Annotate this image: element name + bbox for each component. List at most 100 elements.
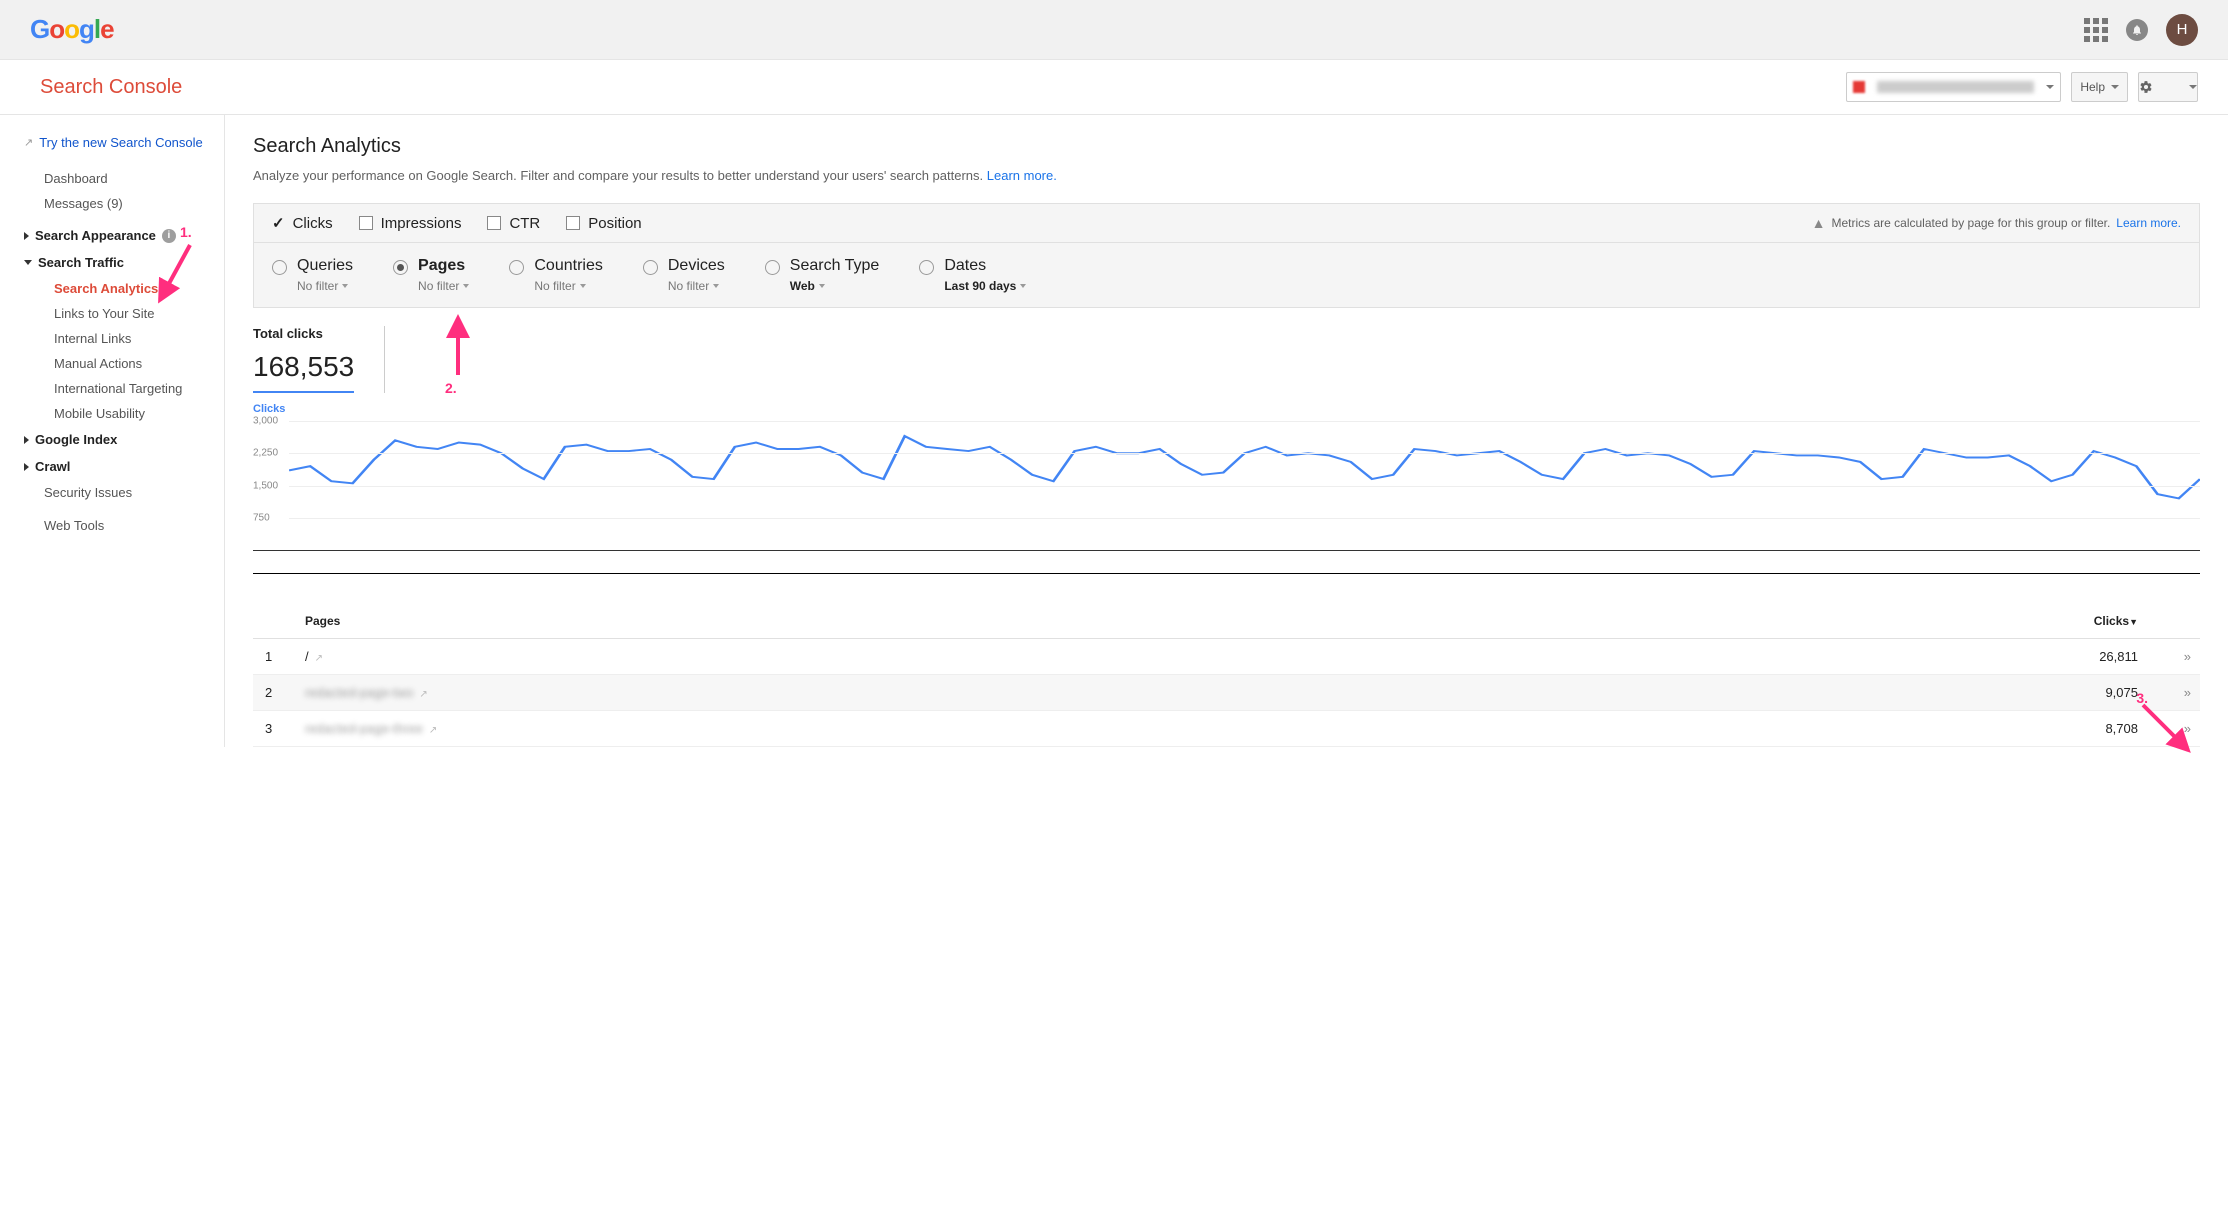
- top-bar: Google H: [0, 0, 2228, 60]
- notifications-icon[interactable]: [2126, 19, 2148, 41]
- try-new-label: Try the new Search Console: [39, 135, 203, 150]
- row-page: redacted-page-two↗: [305, 685, 2038, 700]
- sidebar-item-intl-targeting[interactable]: International Targeting: [0, 376, 224, 401]
- metric-ctr-label: CTR: [509, 215, 540, 232]
- chevron-right-icon: [24, 232, 29, 240]
- sidebar-item-dashboard[interactable]: Dashboard: [0, 166, 224, 191]
- chart-divider: [253, 573, 2200, 574]
- chevron-right-icon: [24, 463, 29, 471]
- metric-ctr[interactable]: CTR: [487, 215, 540, 232]
- total-underline: [253, 391, 354, 393]
- sidebar-item-security[interactable]: Security Issues: [0, 480, 224, 505]
- metric-clicks[interactable]: ✓ Clicks: [272, 214, 333, 232]
- sidebar-group-search-traffic[interactable]: Search Traffic: [0, 249, 224, 276]
- dimension-devices[interactable]: Devices No filter: [643, 257, 725, 293]
- col-pages[interactable]: Pages: [305, 614, 2038, 628]
- top-icons: H: [2084, 14, 2198, 46]
- sidebar-item-web-tools[interactable]: Web Tools: [0, 513, 224, 538]
- header-controls: Help: [1846, 72, 2198, 102]
- settings-button[interactable]: [2138, 72, 2198, 102]
- search-appearance-label: Search Appearance: [35, 228, 156, 243]
- dim-countries-filter[interactable]: No filter: [534, 279, 602, 293]
- dimension-search-type[interactable]: Search Type Web: [765, 257, 880, 293]
- totals: Total clicks 168,553: [253, 326, 2200, 393]
- sub-header: Search Console Help: [0, 60, 2228, 115]
- learn-more-link[interactable]: Learn more.: [987, 168, 1057, 183]
- sidebar: ↗ Try the new Search Console Dashboard M…: [0, 115, 225, 747]
- gridline: [289, 453, 2200, 454]
- chevron-down-icon: [580, 284, 586, 288]
- dim-searchtype-filter[interactable]: Web: [790, 279, 880, 293]
- row-index: 3: [265, 721, 305, 736]
- dim-dates-filter[interactable]: Last 90 days: [944, 279, 1026, 293]
- sidebar-group-google-index[interactable]: Google Index: [0, 426, 224, 453]
- total-clicks-value: 168,553: [253, 351, 354, 383]
- table-row[interactable]: 3redacted-page-three↗8,708»: [253, 711, 2200, 747]
- metric-position[interactable]: Position: [566, 215, 641, 232]
- avatar[interactable]: H: [2166, 14, 2198, 46]
- metrics-note-link[interactable]: Learn more.: [2116, 216, 2181, 230]
- table-header: Pages Clicks▼: [253, 604, 2200, 639]
- sidebar-item-mobile-usability[interactable]: Mobile Usability: [0, 401, 224, 426]
- apps-icon[interactable]: [2084, 18, 2108, 42]
- help-button[interactable]: Help: [2071, 72, 2128, 102]
- try-new-link[interactable]: ↗ Try the new Search Console: [0, 129, 224, 156]
- metric-position-label: Position: [588, 215, 641, 232]
- row-expand-icon[interactable]: »: [2184, 721, 2188, 736]
- metrics-left: ✓ Clicks Impressions CTR Position: [272, 214, 642, 232]
- chevron-down-icon: [2111, 85, 2119, 89]
- sidebar-item-messages[interactable]: Messages (9): [0, 191, 224, 216]
- external-icon[interactable]: ↗: [419, 689, 427, 700]
- sidebar-group-crawl[interactable]: Crawl: [0, 453, 224, 480]
- chevron-down-icon: [819, 284, 825, 288]
- dimensions-row: Queries No filter Pages No filter Countr…: [254, 243, 2199, 307]
- chevron-down-icon: [1020, 284, 1026, 288]
- warning-icon: ▲: [1812, 215, 1826, 231]
- sidebar-item-manual-actions[interactable]: Manual Actions: [0, 351, 224, 376]
- dimension-pages[interactable]: Pages No filter: [393, 257, 469, 293]
- desc-text: Analyze your performance on Google Searc…: [253, 168, 987, 183]
- check-icon: ✓: [272, 214, 285, 232]
- dim-searchtype-label: Search Type: [790, 257, 880, 275]
- gridline: [289, 421, 2200, 422]
- metric-impressions[interactable]: Impressions: [359, 215, 462, 232]
- table-row[interactable]: 1/↗26,811»: [253, 639, 2200, 675]
- y-tick: 2,250: [253, 448, 278, 459]
- chevron-down-icon: [2046, 85, 2054, 89]
- info-icon[interactable]: i: [162, 229, 176, 243]
- radio-icon: [765, 260, 780, 275]
- sidebar-item-internal-links[interactable]: Internal Links: [0, 326, 224, 351]
- dim-devices-label: Devices: [668, 257, 725, 275]
- dimension-countries[interactable]: Countries No filter: [509, 257, 602, 293]
- radio-icon: [509, 260, 524, 275]
- help-label: Help: [2080, 80, 2105, 94]
- dim-pages-filter[interactable]: No filter: [418, 279, 469, 293]
- dimension-queries[interactable]: Queries No filter: [272, 257, 353, 293]
- row-expand-icon[interactable]: »: [2184, 685, 2188, 700]
- sort-desc-icon: ▼: [2129, 617, 2138, 627]
- row-expand-icon[interactable]: »: [2184, 649, 2188, 664]
- chevron-down-icon: [342, 284, 348, 288]
- sidebar-item-links[interactable]: Links to Your Site: [0, 301, 224, 326]
- sidebar-group-search-appearance[interactable]: Search Appearance i: [0, 222, 224, 249]
- dimension-dates[interactable]: Dates Last 90 days: [919, 257, 1026, 293]
- checkbox-icon: [359, 216, 373, 230]
- row-clicks: 26,811: [2038, 649, 2138, 664]
- total-clicks-block: Total clicks 168,553: [253, 326, 385, 393]
- gridline: [289, 486, 2200, 487]
- google-index-label: Google Index: [35, 432, 117, 447]
- site-selector[interactable]: [1846, 72, 2061, 102]
- main: Search Analytics Analyze your performanc…: [225, 115, 2228, 747]
- radio-selected-icon: [393, 260, 408, 275]
- col-clicks[interactable]: Clicks▼: [2038, 614, 2138, 628]
- table-row[interactable]: 2redacted-page-two↗9,075»: [253, 675, 2200, 711]
- metrics-note-text: Metrics are calculated by page for this …: [1831, 216, 2110, 230]
- row-page: redacted-page-three↗: [305, 721, 2038, 736]
- gear-icon: [2139, 80, 2153, 94]
- dim-queries-filter[interactable]: No filter: [297, 279, 353, 293]
- external-icon[interactable]: ↗: [429, 725, 437, 736]
- external-icon[interactable]: ↗: [315, 653, 323, 664]
- row-index: 2: [265, 685, 305, 700]
- dim-devices-filter[interactable]: No filter: [668, 279, 725, 293]
- sidebar-item-search-analytics[interactable]: Search Analytics: [0, 276, 224, 301]
